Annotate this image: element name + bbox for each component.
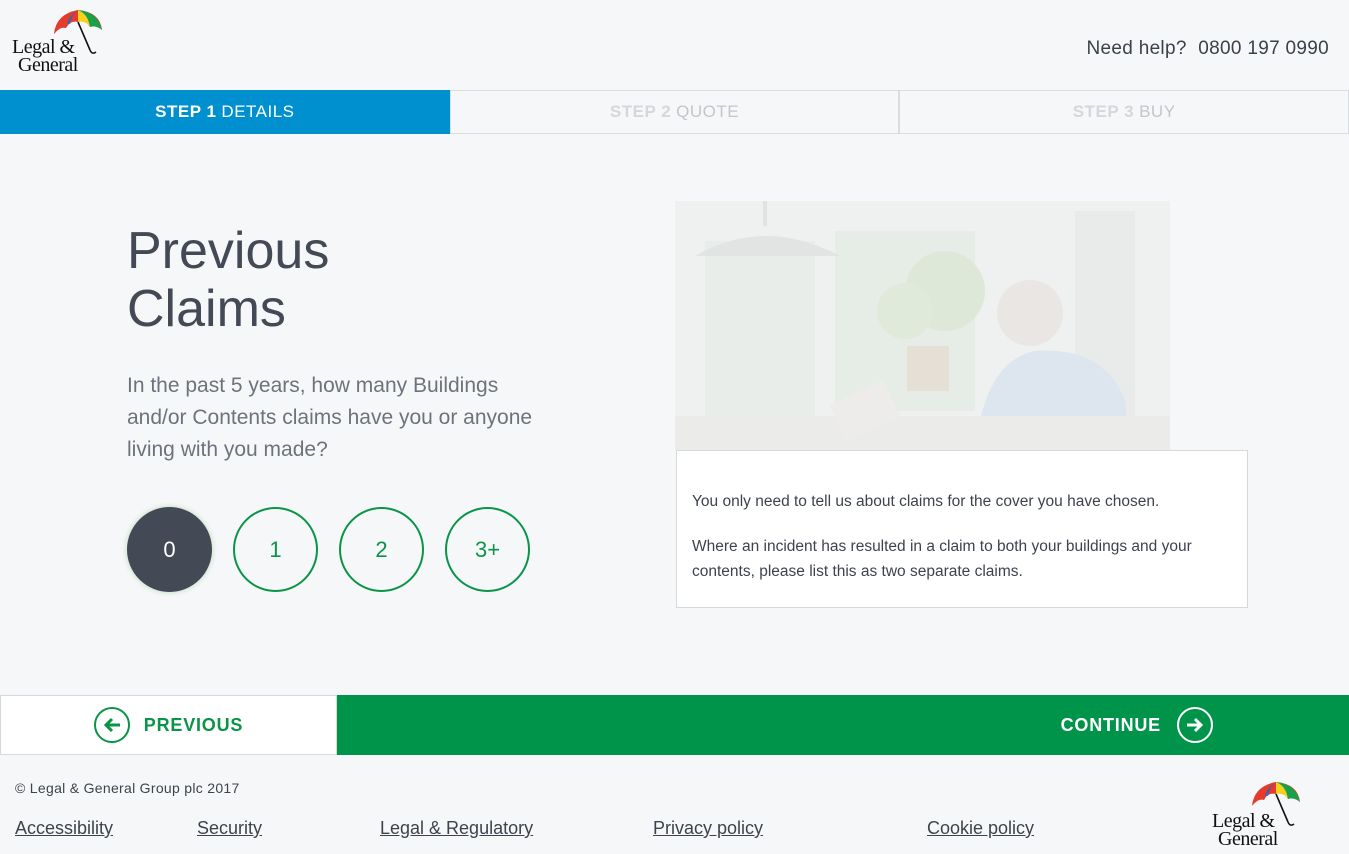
info-text-cover: You only need to tell us about claims fo… bbox=[692, 493, 1160, 510]
hero-photo bbox=[675, 201, 1170, 450]
help-label: Need help? bbox=[1086, 38, 1187, 59]
logo-wordmark: Legal & General bbox=[12, 36, 78, 76]
question-text: In the past 5 years, how many Buildings … bbox=[127, 374, 533, 461]
logo-wordmark: Legal & General bbox=[1212, 810, 1278, 850]
progress-steps: STEP 1 DETAILS STEP 2 QUOTE STEP 3 BUY bbox=[0, 90, 1349, 134]
previous-label: PREVIOUS bbox=[143, 714, 244, 735]
option-3plus-button[interactable]: 3+ bbox=[445, 507, 530, 592]
step-number: STEP 2 bbox=[609, 102, 672, 121]
step-details: STEP 1 DETAILS bbox=[0, 90, 450, 134]
info-box: You only need to tell us about claims fo… bbox=[676, 450, 1248, 608]
arrow-left-icon bbox=[93, 707, 130, 743]
legal-general-logo[interactable]: Legal & General bbox=[12, 8, 104, 80]
step-label: BUY bbox=[1139, 102, 1176, 121]
previous-button[interactable]: PREVIOUS bbox=[0, 695, 337, 755]
step-buy: STEP 3 BUY bbox=[899, 90, 1349, 134]
step-number: STEP 1 bbox=[155, 102, 217, 121]
footer-link-privacy-policy[interactable]: Privacy policy bbox=[653, 818, 763, 839]
copyright-text: © Legal & General Group plc 2017 bbox=[15, 780, 240, 796]
continue-button[interactable]: CONTINUE bbox=[337, 695, 1349, 755]
continue-label: CONTINUE bbox=[1060, 714, 1161, 735]
step-quote: STEP 2 QUOTE bbox=[449, 90, 900, 134]
info-text-separate-claims: Where an incident has resulted in a clai… bbox=[692, 538, 1192, 580]
footer-link-legal-regulatory[interactable]: Legal & Regulatory bbox=[380, 818, 533, 839]
navigation-bar: PREVIOUS CONTINUE bbox=[0, 695, 1349, 755]
help-phone-link[interactable]: 0800 197 0990 bbox=[1198, 38, 1329, 59]
site-header: Legal & General Need help? 0800 197 0990 bbox=[0, 0, 1349, 90]
footer-link-security[interactable]: Security bbox=[197, 818, 262, 839]
arrow-right-icon bbox=[1177, 707, 1213, 743]
site-footer: © Legal & General Group plc 2017 Accessi… bbox=[0, 755, 1349, 854]
step-label: QUOTE bbox=[676, 102, 740, 121]
option-0-button[interactable]: 0 bbox=[127, 507, 212, 592]
help-contact: Need help? 0800 197 0990 bbox=[1081, 38, 1330, 60]
claims-count-options: 0 1 2 3+ bbox=[127, 507, 551, 592]
footer-link-cookie-policy[interactable]: Cookie policy bbox=[927, 818, 1034, 839]
footer-link-accessibility[interactable]: Accessibility bbox=[15, 818, 113, 839]
step-label: DETAILS bbox=[221, 102, 295, 121]
footer-logo: Legal & General bbox=[1212, 780, 1304, 854]
step-number: STEP 3 bbox=[1072, 102, 1135, 121]
page-title: Previous Claims bbox=[127, 222, 330, 338]
option-2-button[interactable]: 2 bbox=[339, 507, 424, 592]
option-1-button[interactable]: 1 bbox=[233, 507, 318, 592]
